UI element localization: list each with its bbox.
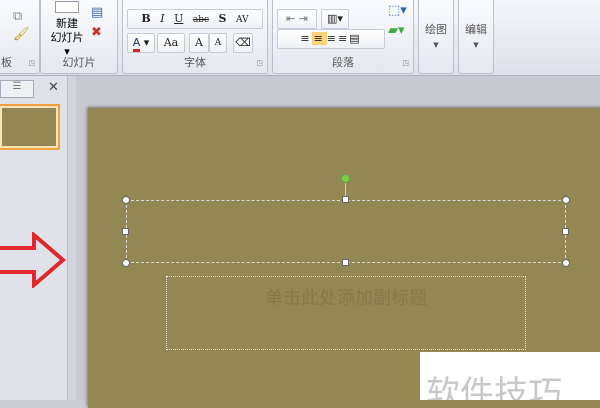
font-style-buttons: B I U abc S AV xyxy=(127,9,263,29)
close-panel-button[interactable]: ✕ xyxy=(48,80,59,95)
editing-group[interactable]: 编辑 ▼ xyxy=(458,0,494,74)
editing-label: 编辑 xyxy=(465,23,487,36)
watermark: 软件技巧 xyxy=(420,352,600,400)
dialog-launcher-icon[interactable]: ◳ xyxy=(28,59,35,67)
chevron-down-icon: ▼ xyxy=(433,41,439,49)
layout-icon[interactable]: ▤ xyxy=(91,5,103,21)
drawing-label: 绘图 xyxy=(425,23,447,36)
columns-button[interactable]: ▥▾ xyxy=(321,9,349,29)
font-color-button[interactable]: A ▾ xyxy=(127,33,155,53)
italic-button[interactable]: I xyxy=(160,12,164,25)
align-left-button[interactable]: ≡ xyxy=(300,32,311,45)
clear-formatting-button[interactable]: ⌫ xyxy=(233,33,253,53)
ribbon: ⧉ 🖌 板 ◳ 新建 幻灯片 ▾ ▤ ✖ 幻灯片 B I U abc S AV … xyxy=(0,0,600,76)
resize-handle[interactable] xyxy=(342,196,349,203)
bold-button[interactable]: B xyxy=(141,12,150,25)
dialog-launcher-icon[interactable]: ◳ xyxy=(256,59,263,67)
resize-handle[interactable] xyxy=(562,196,570,204)
smartart-icon[interactable]: ▰▾ xyxy=(388,23,405,39)
char-spacing-button[interactable]: AV xyxy=(236,15,249,25)
outline-tab[interactable]: ☰ xyxy=(0,80,34,98)
new-slide-button[interactable]: 新建 幻灯片 ▾ xyxy=(47,1,87,59)
align-buttons: ≡ ≡ ≡≡▤ xyxy=(277,29,385,49)
change-case-button[interactable]: Aa xyxy=(157,33,185,53)
reset-icon[interactable]: ✖ xyxy=(91,25,102,41)
resize-handle[interactable] xyxy=(122,196,130,204)
shadow-button[interactable]: S xyxy=(219,12,227,25)
copy-icon[interactable]: ⧉ xyxy=(13,9,22,25)
paragraph-group: ⇤ ⇥ ▥▾ ⬚▾ ▰▾ ≡ ≡ ≡≡▤ 段落 ◳ xyxy=(272,0,414,74)
resize-handle[interactable] xyxy=(562,259,570,267)
format-painter-icon[interactable]: 🖌 xyxy=(13,27,30,43)
distribute-button[interactable]: ▤ xyxy=(349,32,361,45)
align-right-button[interactable]: ≡ xyxy=(327,32,338,45)
slides-group: 新建 幻灯片 ▾ ▤ ✖ 幻灯片 xyxy=(40,0,118,74)
indent-buttons[interactable]: ⇤ ⇥ xyxy=(277,9,317,29)
align-center-button[interactable]: ≡ xyxy=(311,32,327,45)
chevron-down-icon: ▼ xyxy=(473,41,479,49)
slide-thumbnail[interactable] xyxy=(0,104,60,150)
subtitle-placeholder[interactable]: 单击此处添加副标题 xyxy=(166,276,526,350)
slides-label: 幻灯片 xyxy=(62,56,96,69)
font-label: 字体 xyxy=(184,56,206,69)
text-direction-icon[interactable]: ⬚▾ xyxy=(388,3,407,19)
new-slide-icon xyxy=(55,1,79,13)
dialog-launcher-icon[interactable]: ◳ xyxy=(402,59,409,67)
resize-handle[interactable] xyxy=(562,228,569,235)
font-group: B I U abc S AV A ▾ Aa A A ⌫ 字体 ◳ xyxy=(122,0,268,74)
rotate-handle[interactable] xyxy=(341,174,350,183)
subtitle-placeholder-text: 单击此处添加副标题 xyxy=(265,288,427,309)
new-slide-label-2: 幻灯片 xyxy=(50,31,84,44)
strikethrough-button[interactable]: abc xyxy=(193,15,209,25)
font-color-icon: A xyxy=(132,36,141,52)
title-placeholder[interactable] xyxy=(126,200,566,263)
panel-splitter[interactable] xyxy=(68,76,76,400)
shrink-font-button[interactable]: A xyxy=(209,33,227,53)
grow-font-button[interactable]: A xyxy=(189,33,209,53)
resize-handle[interactable] xyxy=(122,259,130,267)
new-slide-label: 新建 xyxy=(56,17,78,30)
justify-button[interactable]: ≡ xyxy=(338,32,349,45)
clipboard-group: ⧉ 🖌 板 ◳ xyxy=(0,0,40,74)
underline-button[interactable]: U xyxy=(174,12,183,25)
resize-handle[interactable] xyxy=(342,259,349,266)
drawing-group[interactable]: 绘图 ▼ xyxy=(418,0,454,74)
paragraph-label: 段落 xyxy=(332,56,354,69)
resize-handle[interactable] xyxy=(122,228,129,235)
watermark-text: 软件技巧 xyxy=(426,374,562,400)
red-arrow-annotation xyxy=(0,232,66,288)
